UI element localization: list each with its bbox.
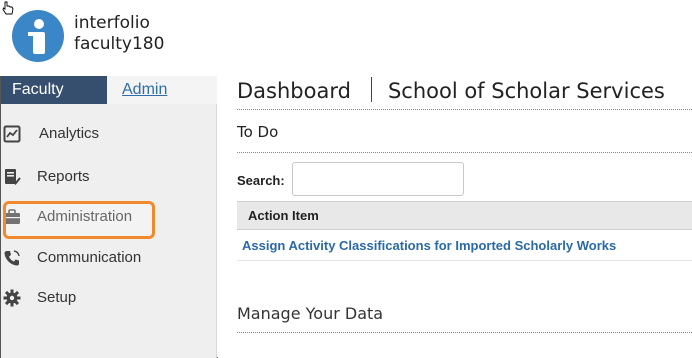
manage-data-heading: Manage Your Data	[237, 304, 384, 323]
main-content: Dashboard School of Scholar Services To D…	[218, 76, 692, 358]
title-divider	[237, 109, 692, 110]
phone-icon	[4, 250, 20, 266]
page-title: Dashboard School of Scholar Services	[237, 77, 665, 105]
sidebar-item-label: Reports	[37, 168, 90, 185]
tab-faculty[interactable]: Faculty	[1, 76, 107, 104]
action-item-link[interactable]: Assign Activity Classifications for Impo…	[242, 238, 616, 253]
brand-line-2: faculty180	[74, 34, 165, 54]
table-row: Assign Activity Classifications for Impo…	[237, 230, 692, 261]
page-subtitle: School of Scholar Services	[387, 79, 665, 103]
analytics-icon	[3, 125, 21, 143]
brand-line-1: interfolio	[74, 13, 150, 33]
page-title-text: Dashboard	[237, 79, 351, 103]
sidebar-item-label: Setup	[37, 289, 77, 306]
sidebar-item-communication[interactable]: Communication	[1, 241, 217, 275]
app-header: interfolio faculty180	[0, 0, 692, 76]
interfolio-logo-icon[interactable]	[12, 10, 64, 62]
tab-admin[interactable]: Admin	[107, 76, 217, 104]
sidebar-item-setup[interactable]: Setup	[1, 281, 217, 315]
brand-name[interactable]: interfolio faculty180	[74, 13, 164, 55]
hand-cursor-icon	[2, 1, 14, 15]
title-separator	[370, 77, 372, 102]
search-label: Search:	[237, 173, 285, 188]
sidebar-item-analytics[interactable]: Analytics	[1, 117, 217, 151]
administration-highlight-box	[3, 201, 155, 239]
sidebar: Faculty Admin Analytics Reports Administ…	[1, 76, 217, 358]
sidebar-item-reports[interactable]: Reports	[1, 160, 217, 194]
todo-heading: To Do	[237, 123, 279, 141]
table-header-action-item[interactable]: Action Item	[237, 201, 692, 230]
search-input[interactable]	[292, 162, 464, 196]
gear-icon	[3, 289, 21, 307]
sidebar-item-label: Analytics	[39, 125, 100, 142]
sidebar-item-label: Communication	[37, 249, 142, 266]
manage-divider	[237, 332, 692, 333]
reports-icon	[5, 169, 21, 185]
sidebar-tabs: Faculty Admin	[1, 76, 217, 104]
todo-divider	[237, 152, 692, 153]
